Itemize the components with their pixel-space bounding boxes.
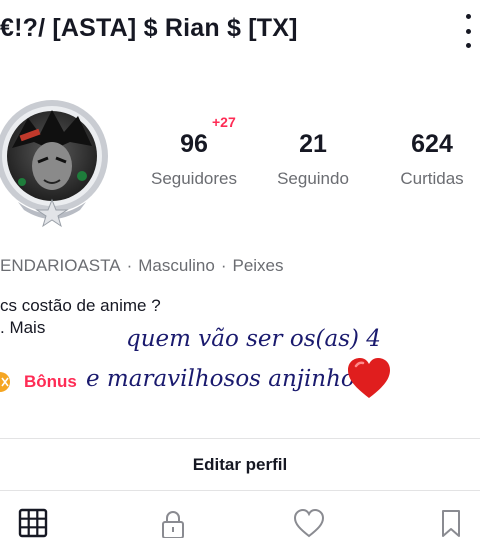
followers-stat[interactable]: 96 Seguidores bbox=[144, 130, 244, 189]
following-stat[interactable]: 21 Seguindo bbox=[270, 130, 356, 189]
grid-icon bbox=[18, 508, 48, 538]
meta-separator: · bbox=[220, 256, 227, 275]
likes-stat[interactable]: 624 Curtidas bbox=[390, 130, 474, 189]
lock-icon bbox=[162, 511, 184, 538]
following-count: 21 bbox=[299, 130, 327, 158]
bio-more-link[interactable]: . Mais bbox=[0, 318, 45, 338]
followers-label: Seguidores bbox=[150, 169, 237, 188]
avatar[interactable] bbox=[0, 98, 112, 228]
divider bbox=[0, 490, 480, 491]
heart-outline-icon bbox=[293, 508, 325, 538]
overlay-text-line1: quem vão ser os(as) 4 bbox=[126, 326, 381, 352]
likes-label: Curtidas bbox=[400, 169, 464, 188]
profile-title: €!?/ [ASTA] $ Rian $ [TX] bbox=[0, 14, 298, 42]
tab-private[interactable] bbox=[156, 508, 190, 538]
meta-separator: · bbox=[126, 256, 133, 275]
tab-liked[interactable] bbox=[292, 508, 326, 538]
overlay-text-line2: e maravilhosos anjinhos? bbox=[86, 366, 379, 392]
followers-new-badge: +27 bbox=[212, 114, 236, 130]
zodiac-sign: Peixes bbox=[232, 256, 284, 275]
gender: Masculino bbox=[138, 256, 215, 275]
username: ENDARIOASTA bbox=[0, 256, 121, 275]
edit-profile-button[interactable]: Editar perfil bbox=[0, 440, 480, 490]
tab-videos[interactable] bbox=[16, 508, 50, 538]
bookmark-icon bbox=[442, 510, 460, 537]
profile-meta: ENDARIOASTA · Masculino · Peixes bbox=[0, 256, 284, 276]
heart-emoji bbox=[346, 356, 392, 400]
bonus-coin-icon[interactable] bbox=[0, 372, 14, 392]
tab-saved[interactable] bbox=[434, 508, 468, 538]
following-label: Seguindo bbox=[277, 169, 349, 188]
divider bbox=[0, 438, 480, 439]
more-options-icon[interactable] bbox=[460, 14, 476, 48]
likes-count: 624 bbox=[411, 130, 453, 158]
bonus-label[interactable]: Bônus bbox=[24, 372, 77, 392]
bio-text: cs costão de anime ? bbox=[0, 296, 161, 315]
followers-count: 96 bbox=[180, 130, 208, 158]
